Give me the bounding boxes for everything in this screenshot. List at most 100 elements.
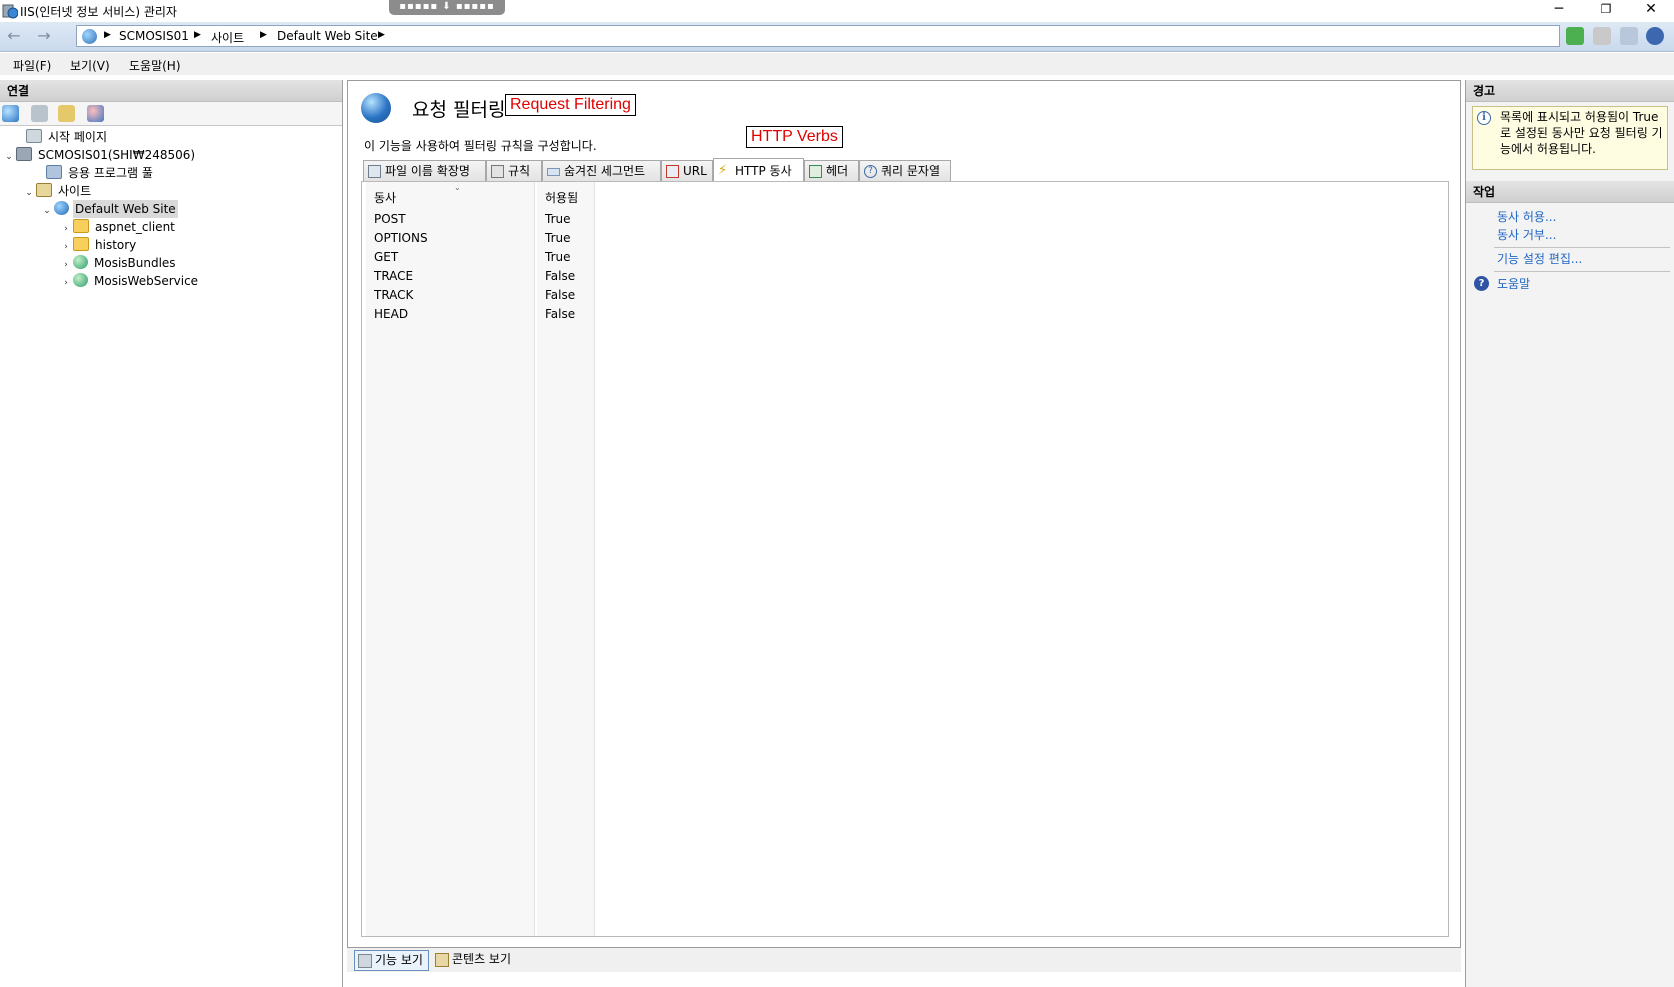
request-filtering-icon [361, 93, 391, 123]
stop-icon[interactable] [1592, 27, 1611, 45]
deny-verb-link[interactable]: 동사 거부... [1497, 226, 1556, 243]
feature-description: 이 기능을 사용하여 필터링 규칙을 구성합니다. [364, 139, 597, 153]
tree-item-history[interactable]: › history [59, 236, 138, 254]
table-row-allowed[interactable]: False [545, 286, 575, 304]
chevron-right-icon[interactable]: › [59, 274, 73, 292]
menu-help[interactable]: 도움말(H) [129, 57, 181, 74]
table-row-allowed[interactable]: True [545, 229, 571, 247]
view-switcher: 기능 보기 콘텐츠 보기 [347, 948, 1461, 972]
tree-item-sites[interactable]: ⌄ 사이트 [22, 182, 93, 200]
annotation-request-filtering: Request Filtering [505, 94, 636, 116]
tab-rules[interactable]: 규칙 [486, 160, 542, 182]
help-link[interactable]: 도움말 [1497, 275, 1530, 292]
table-row-verb[interactable]: OPTIONS [374, 229, 428, 247]
table-row-allowed[interactable]: True [545, 248, 571, 266]
chevron-right-icon[interactable]: ▶ [104, 30, 111, 40]
connect-icon[interactable] [2, 105, 19, 122]
features-view-icon [358, 954, 372, 968]
back-button[interactable]: ← [4, 27, 24, 47]
table-row-verb[interactable]: GET [374, 248, 398, 266]
connections-header: 연결 [0, 80, 342, 102]
close-button[interactable]: ✕ [1628, 0, 1674, 20]
tab-headers[interactable]: 헤더 [804, 160, 859, 182]
hidden-segments-icon [547, 168, 560, 176]
tree-item-mosis-bundles[interactable]: › MosisBundles [59, 254, 178, 272]
table-row-verb[interactable]: TRACK [374, 286, 413, 304]
chevron-right-icon[interactable]: ▶ [260, 30, 267, 40]
table-row-allowed[interactable]: False [545, 305, 575, 323]
forward-button[interactable]: → [34, 27, 54, 47]
connections-panel: 연결 시작 페이지 ⌄ SCMOSIS01(SHI₩248506) 응용 프로그램… [0, 80, 343, 987]
file-extension-icon [368, 165, 381, 178]
remote-session-bar-icon[interactable]: ▪▪▪▪▪ ⬇ ▪▪▪▪▪ [389, 0, 505, 15]
tab-http-verbs[interactable]: ⚡ HTTP 동사 [713, 158, 804, 181]
tree-item-default-web-site[interactable]: ⌄ Default Web Site [40, 200, 178, 218]
tasks-header: 작업 [1466, 181, 1674, 203]
web-app-icon [73, 255, 88, 269]
server-icon [16, 147, 32, 161]
query-string-icon: ? [864, 165, 877, 178]
http-verbs-list[interactable]: 동사 ⌄ 허용됨 POST True OPTIONS True GET True… [361, 181, 1449, 937]
disconnect-icon[interactable] [87, 105, 104, 122]
table-row-verb[interactable]: POST [374, 210, 406, 228]
breadcrumb-default-web-site[interactable]: Default Web Site [277, 29, 378, 43]
breadcrumb-sites[interactable]: 사이트 [211, 29, 244, 46]
sort-indicator-icon: ⌄ [454, 183, 461, 192]
web-app-icon [73, 273, 88, 287]
menu-view[interactable]: 보기(V) [70, 57, 110, 74]
home-icon [26, 129, 42, 143]
tree-item-aspnet-client[interactable]: › aspnet_client [59, 218, 177, 236]
chevron-down-icon[interactable]: ⌄ [40, 202, 54, 220]
content-view-icon [435, 953, 449, 967]
window-title: IIS(인터넷 정보 서비스) 관리자 [20, 5, 177, 19]
table-row-allowed[interactable]: False [545, 267, 575, 285]
table-row-verb[interactable]: HEAD [374, 305, 408, 323]
edit-feature-settings-link[interactable]: 기능 설정 편집... [1497, 250, 1582, 267]
save-icon[interactable] [31, 105, 48, 122]
folder-icon [73, 237, 89, 251]
feature-workspace: 요청 필터링 Request Filtering HTTP Verbs 이 기능… [347, 80, 1461, 948]
address-field[interactable]: ▶ SCMOSIS01 ▶ 사이트 ▶ Default Web Site ▶ [76, 25, 1560, 47]
minimize-button[interactable]: ─ [1536, 0, 1582, 20]
features-view-button[interactable]: 기능 보기 [354, 950, 429, 971]
column-header-verb[interactable]: 동사 [374, 189, 396, 206]
menu-file[interactable]: 파일(F) [13, 57, 51, 74]
chevron-down-icon[interactable]: ⌄ [2, 148, 16, 166]
table-row-verb[interactable]: TRACE [374, 267, 413, 285]
content-view-button[interactable]: 콘텐츠 보기 [432, 950, 516, 971]
iis-app-icon [2, 3, 19, 19]
tab-query-strings[interactable]: ? 쿼리 문자열 [859, 160, 951, 182]
restore-button[interactable]: ❐ [1583, 0, 1629, 20]
table-row-allowed[interactable]: True [545, 210, 571, 228]
tree-item-start-page[interactable]: 시작 페이지 [12, 128, 109, 146]
url-icon [666, 165, 679, 178]
tab-hidden-segments[interactable]: 숨겨진 세그먼트 [542, 160, 661, 182]
tree-item-server[interactable]: ⌄ SCMOSIS01(SHI₩248506) [2, 146, 197, 164]
help-menu-icon[interactable] [1646, 27, 1665, 45]
chevron-down-icon[interactable]: ⌄ [22, 184, 36, 202]
address-bar: ← → ▶ SCMOSIS01 ▶ 사이트 ▶ Default Web Site… [0, 22, 1674, 52]
home-icon[interactable] [1619, 27, 1638, 45]
allow-verb-link[interactable]: 동사 허용... [1497, 208, 1556, 225]
tab-file-extensions[interactable]: 파일 이름 확장명 [363, 160, 486, 182]
column-divider[interactable] [594, 182, 595, 936]
up-folder-icon[interactable] [58, 105, 75, 122]
menu-bar: 파일(F) 보기(V) 도움말(H) [0, 53, 1674, 75]
column-divider[interactable] [534, 182, 535, 936]
app-pool-icon [46, 165, 62, 179]
column-header-allowed[interactable]: 허용됨 [545, 189, 578, 206]
breadcrumb-server[interactable]: SCMOSIS01 [119, 29, 189, 43]
tab-url[interactable]: URL [661, 160, 713, 182]
connections-toolbar [0, 102, 342, 126]
rules-icon [491, 165, 504, 178]
headers-icon [809, 165, 822, 178]
refresh-icon[interactable] [1566, 27, 1584, 45]
tree-item-mosis-web-service[interactable]: › MosisWebService [59, 272, 200, 290]
divider [1494, 271, 1670, 272]
folder-icon [73, 219, 89, 233]
info-icon: i [1477, 111, 1491, 125]
tree-item-app-pools[interactable]: 응용 프로그램 풀 [32, 164, 155, 182]
chevron-right-icon[interactable]: ▶ [194, 30, 201, 40]
chevron-right-icon[interactable]: ▶ [378, 30, 385, 40]
help-icon: ? [1474, 276, 1489, 291]
